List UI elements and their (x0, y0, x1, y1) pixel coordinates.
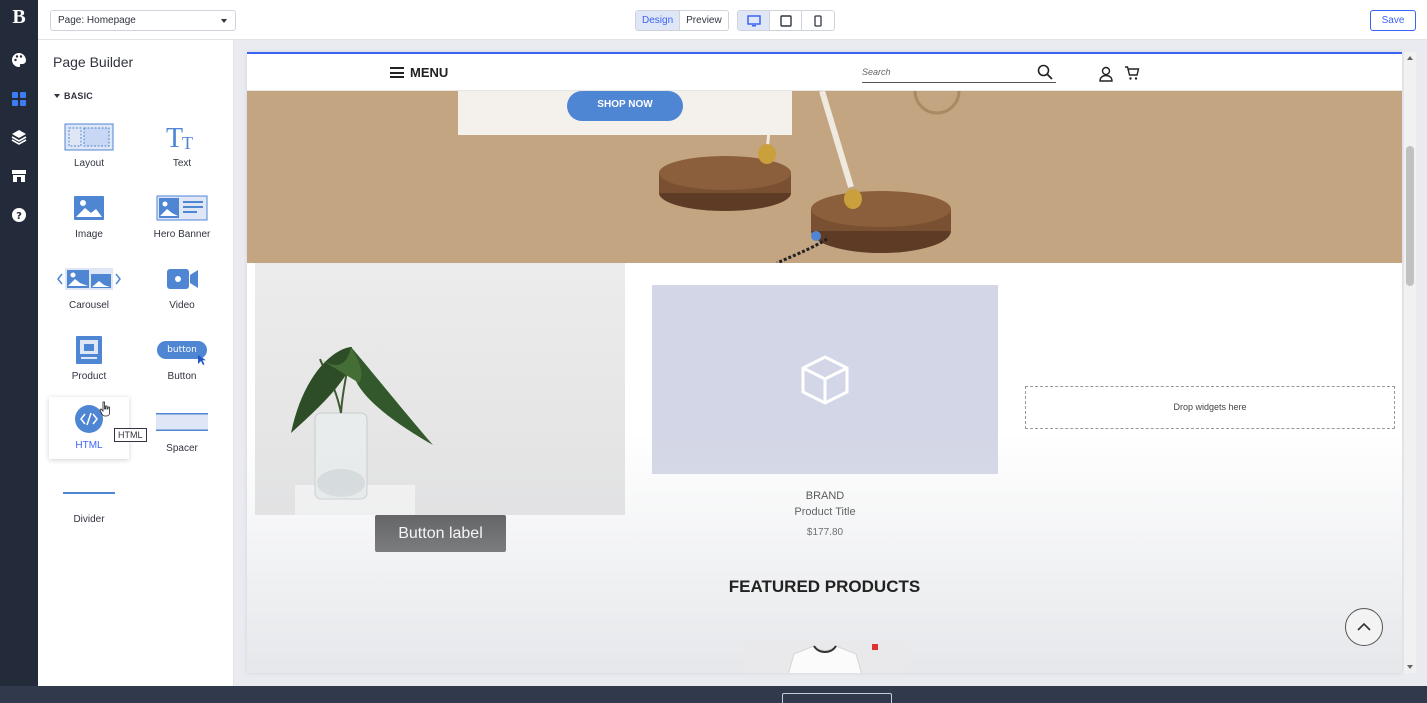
storefront-icon[interactable] (9, 166, 29, 186)
plant-vase-illustration (291, 346, 433, 515)
product-image-placeholder[interactable] (652, 285, 998, 474)
chevron-up-icon (1357, 622, 1371, 631)
mobile-icon (814, 14, 822, 27)
widget-carousel[interactable]: Carousel (49, 257, 129, 317)
mode-toggle: Design Preview (635, 10, 729, 31)
svg-text:T: T (166, 123, 183, 152)
text-icon: TT (164, 119, 200, 155)
tablet-view-button[interactable] (770, 11, 802, 30)
widget-label: Divider (73, 514, 105, 525)
hero-lamp-image (659, 91, 961, 263)
top-bar: Page: Homepage Design Preview Save (38, 0, 1427, 40)
preview-mode-button[interactable]: Preview (680, 11, 728, 30)
layers-icon[interactable] (9, 127, 29, 147)
widget-label: Video (169, 300, 195, 311)
widget-product[interactable]: Product (49, 328, 129, 388)
product-icon (75, 332, 103, 368)
widget-tooltip: HTML (114, 428, 147, 442)
store-menu-label: MENU (410, 65, 449, 80)
widget-text[interactable]: TT Text (142, 115, 222, 175)
page-builder-widgets-icon[interactable] (9, 89, 29, 109)
chevron-down-icon (221, 19, 227, 23)
page-select-value: Page: Homepage (58, 15, 136, 26)
scroll-up-arrow-icon[interactable] (1407, 56, 1413, 60)
widget-label: Text (172, 158, 192, 169)
widget-layout[interactable]: Layout (49, 115, 129, 175)
product-price: $177.80 (806, 527, 844, 538)
preview-scrollbar[interactable] (1404, 52, 1416, 673)
section-basic-toggle[interactable]: BASIC (54, 91, 93, 101)
section-basic-label: BASIC (64, 91, 94, 101)
scroll-down-arrow-icon[interactable] (1407, 665, 1413, 669)
carousel-indicator-dot[interactable] (811, 231, 821, 241)
video-icon (164, 261, 200, 297)
product-title[interactable]: Product Title (652, 506, 998, 518)
page-select-dropdown[interactable]: Page: Homepage (50, 10, 236, 31)
page-builder-sidebar: Page Builder BASIC Layout TT Text Image … (38, 40, 234, 686)
button-icon: button (155, 332, 209, 368)
button-label-button[interactable]: Button label (375, 515, 506, 552)
back-to-top-button[interactable] (1345, 608, 1383, 646)
spacer-icon (155, 404, 209, 440)
help-icon[interactable]: ? (9, 205, 29, 225)
bottom-notification-bar (0, 686, 1427, 703)
widget-label: Carousel (68, 300, 110, 311)
caret-down-icon (54, 94, 60, 98)
widget-label: Image (75, 229, 103, 240)
shop-now-button[interactable]: SHOP NOW (567, 91, 683, 121)
widget-label: Product (71, 371, 107, 382)
bigcommerce-logo-icon[interactable]: B (7, 5, 31, 29)
store-search-input[interactable]: Search (862, 62, 1056, 83)
palette-icon[interactable] (9, 50, 29, 70)
hamburger-icon (390, 67, 404, 78)
widget-label: Spacer (166, 443, 198, 454)
widget-divider[interactable]: Divider (49, 471, 129, 531)
html-icon (74, 401, 110, 437)
bottom-bar-button[interactable] (782, 693, 892, 703)
save-button[interactable]: Save (1370, 10, 1416, 31)
widget-spacer[interactable]: Spacer (142, 400, 222, 460)
plant-image[interactable] (255, 263, 625, 515)
hero-banner-icon (156, 190, 208, 226)
tablet-icon (779, 14, 792, 27)
store-search-placeholder: Search (862, 67, 891, 77)
device-toggle (737, 10, 835, 31)
product-brand: BRAND (805, 490, 845, 502)
svg-text:T: T (182, 133, 193, 152)
desktop-icon (746, 14, 761, 26)
hand-cursor-icon (99, 401, 110, 417)
account-icon[interactable] (1099, 66, 1113, 82)
sidebar-title: Page Builder (53, 54, 134, 70)
layout-icon (64, 119, 114, 155)
divider-icon (62, 475, 116, 511)
design-mode-button[interactable]: Design (636, 11, 681, 30)
widget-video[interactable]: Video (142, 257, 222, 317)
hero-banner[interactable]: SHOP NOW (247, 91, 1402, 263)
desktop-view-button[interactable] (738, 11, 770, 30)
drop-widgets-zone[interactable]: Drop widgets here (1025, 386, 1395, 429)
mobile-view-button[interactable] (802, 11, 834, 30)
cursor-arrow-icon (198, 355, 206, 365)
left-rail: B ? (0, 0, 38, 686)
svg-text:?: ? (16, 211, 22, 222)
widget-label: Layout (73, 158, 105, 169)
tshirt-image (788, 644, 878, 673)
store-header: MENU Search (247, 54, 1402, 91)
image-icon (73, 190, 105, 226)
storefront-preview-frame: MENU Search SHOP NOW Button label BRAND … (247, 52, 1402, 673)
store-menu-button[interactable]: MENU (390, 65, 448, 80)
carousel-icon (56, 261, 122, 297)
featured-products-heading: FEATURED PRODUCTS (728, 577, 921, 596)
widget-image[interactable]: Image (49, 186, 129, 246)
box-icon (801, 354, 849, 405)
search-icon (1037, 64, 1053, 80)
widget-label: Hero Banner (153, 229, 211, 240)
scrollbar-thumb[interactable] (1406, 146, 1414, 286)
widget-hero-banner[interactable]: Hero Banner (142, 186, 222, 246)
widget-label: HTML (75, 440, 103, 451)
cart-icon[interactable] (1124, 65, 1140, 81)
featured-product-thumbnail[interactable] (744, 642, 906, 673)
widget-button[interactable]: button Button (142, 328, 222, 388)
widget-label: Button (167, 371, 197, 382)
